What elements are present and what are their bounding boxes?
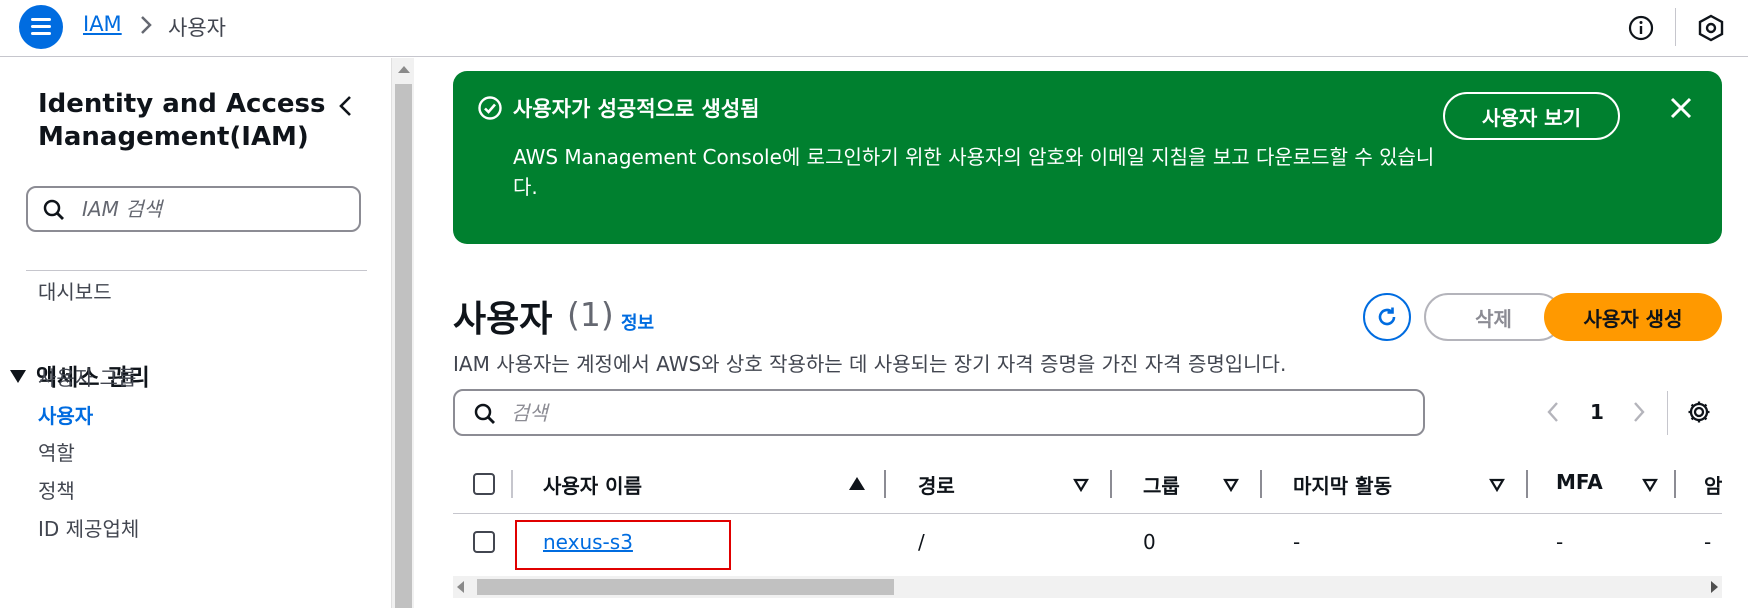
sidebar-search-field[interactable] xyxy=(26,186,361,232)
topbar-divider xyxy=(1675,8,1676,46)
user-count: (1) xyxy=(567,295,614,334)
cell-path: / xyxy=(918,530,925,554)
check-circle-icon xyxy=(478,96,502,120)
breadcrumb-iam-link[interactable]: IAM xyxy=(83,12,122,36)
column-separator[interactable] xyxy=(1260,470,1262,498)
sort-descending-icon[interactable] xyxy=(1642,478,1658,492)
row-checkbox[interactable] xyxy=(473,531,495,553)
create-user-button[interactable]: 사용자 생성 xyxy=(1544,293,1722,341)
sidebar-item-policies[interactable]: 정책 xyxy=(38,475,75,504)
cell-groups: 0 xyxy=(1143,530,1156,554)
column-header-truncated[interactable]: 암 xyxy=(1704,470,1722,499)
info-link[interactable]: 정보 xyxy=(621,309,654,335)
column-header-mfa[interactable]: MFA xyxy=(1556,470,1603,494)
sort-descending-icon[interactable] xyxy=(1489,478,1505,492)
refresh-icon xyxy=(1378,307,1396,326)
refresh-button[interactable] xyxy=(1363,293,1411,341)
sidebar-item-dashboard[interactable]: 대시보드 xyxy=(38,276,112,305)
search-icon xyxy=(43,199,64,220)
chevron-left-icon[interactable] xyxy=(1544,400,1562,424)
pager-divider xyxy=(1667,391,1668,435)
users-search-field[interactable] xyxy=(453,389,1425,436)
column-separator[interactable] xyxy=(884,470,886,498)
column-separator[interactable] xyxy=(1526,470,1528,498)
sidebar-divider xyxy=(26,270,367,271)
flash-message-text: AWS Management Console에 로그인하기 위한 사용자의 암호… xyxy=(513,145,1435,199)
sidebar-title: Identity and Access Management(IAM) xyxy=(38,89,326,152)
sidebar-item-roles[interactable]: 역할 xyxy=(38,437,75,466)
search-icon xyxy=(474,403,495,424)
sort-descending-icon[interactable] xyxy=(1073,478,1089,492)
caret-down-icon xyxy=(10,370,26,383)
cell-mfa: - xyxy=(1556,530,1564,554)
sidebar-scrollbar[interactable] xyxy=(391,58,414,608)
table-header: 사용자 이름 경로 그룹 마지막 활동 MFA 암 xyxy=(453,458,1722,514)
page-description: IAM 사용자는 계정에서 AWS와 상호 작용하는 데 사용되는 장기 자격 … xyxy=(453,352,1287,376)
scroll-up-arrow[interactable] xyxy=(398,66,410,73)
column-header-last-activity[interactable]: 마지막 활동 xyxy=(1293,470,1392,499)
page-title: 사용자 xyxy=(453,299,553,340)
column-header-path[interactable]: 경로 xyxy=(918,470,955,499)
column-header-user-name[interactable]: 사용자 이름 xyxy=(543,470,642,499)
chevron-right-icon xyxy=(141,16,152,34)
sidebar-item-users[interactable]: 사용자 xyxy=(38,400,93,429)
menu-icon[interactable] xyxy=(19,5,63,49)
sort-ascending-icon[interactable] xyxy=(849,477,865,490)
highlight-box xyxy=(515,520,731,570)
column-separator[interactable] xyxy=(1674,470,1676,498)
column-header-groups[interactable]: 그룹 xyxy=(1143,470,1180,499)
sidebar-search-input[interactable] xyxy=(82,194,342,224)
close-icon[interactable] xyxy=(1668,95,1694,121)
chevron-right-icon[interactable] xyxy=(1630,400,1648,424)
collapse-sidebar-icon[interactable] xyxy=(335,93,357,119)
column-separator[interactable] xyxy=(1110,470,1112,498)
cloudshell-icon[interactable] xyxy=(1698,14,1724,42)
sidebar-item-identity-providers[interactable]: ID 제공업체 xyxy=(38,513,139,542)
table-horizontal-scrollbar[interactable] xyxy=(453,576,1722,598)
column-separator xyxy=(511,470,513,498)
gear-icon[interactable] xyxy=(1686,399,1712,425)
users-search-input[interactable] xyxy=(511,398,1391,428)
sort-descending-icon[interactable] xyxy=(1223,478,1239,492)
top-navigation-bar: IAM 사용자 xyxy=(0,0,1748,57)
page-number[interactable]: 1 xyxy=(1590,400,1604,424)
cell-truncated: - xyxy=(1704,530,1712,554)
sidebar: Identity and Access Management(IAM) 대시보드… xyxy=(0,58,391,608)
select-all-checkbox[interactable] xyxy=(473,473,495,495)
scroll-right-arrow[interactable] xyxy=(1711,581,1718,593)
success-flash-message: 사용자가 성공적으로 생성됨 AWS Management Console에 로… xyxy=(453,71,1722,244)
sidebar-item-user-groups[interactable]: 사용자 그룹 xyxy=(38,362,136,391)
delete-button[interactable]: 삭제 xyxy=(1424,293,1563,341)
scroll-thumb[interactable] xyxy=(477,579,894,595)
info-icon[interactable] xyxy=(1628,15,1654,41)
breadcrumb-current: 사용자 xyxy=(168,16,226,40)
flash-title: 사용자가 성공적으로 생성됨 xyxy=(513,97,760,121)
view-user-button[interactable]: 사용자 보기 xyxy=(1443,92,1620,140)
scroll-left-arrow[interactable] xyxy=(457,581,464,593)
scroll-thumb[interactable] xyxy=(395,84,412,608)
cell-last-activity: - xyxy=(1293,530,1301,554)
